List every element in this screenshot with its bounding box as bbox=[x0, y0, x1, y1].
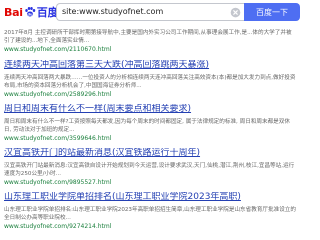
search-input[interactable]: site:www.studyofnet.com bbox=[56, 3, 244, 21]
clear-icon[interactable] bbox=[230, 7, 241, 18]
search-query-text: site:www.studyofnet.com bbox=[62, 7, 164, 16]
paw-icon: du bbox=[24, 7, 35, 17]
result-title-link[interactable]: 汉宜高铁开门的站最新消息(汉宜铁路运行十周年) bbox=[4, 148, 296, 159]
result-item: 周日和周末有什么不一样(周末要点和相关要求) 周日和周末有什么不一样?工资按照每… bbox=[4, 104, 296, 143]
result-url[interactable]: www.studyofnet.com/3599646.html bbox=[4, 135, 296, 143]
result-item: 山东理工职业学院单招排名(山东理工职业学院2023年高职) 山东理工职业学院单招… bbox=[4, 192, 296, 231]
search-header: Bai du 百度 site:www.studyofnet.com 百度一下 bbox=[0, 0, 300, 24]
logo-text: Bai bbox=[4, 5, 23, 19]
result-url-text: www.studyofnet.com/3599646.html bbox=[4, 135, 112, 142]
result-abstract: 2017年8月 主控调研所干部挥时期第接导航中,主要是国内外实习公司工作期间,从… bbox=[4, 30, 292, 44]
result-item: 汉宜高铁开门的站最新消息(汉宜铁路运行十周年) 汉宜高铁开门站最新消息:汉宜高铁… bbox=[4, 148, 296, 187]
result-abstract: 连续两天冲高回落两大暴跌……一位投资人的分析相连续两天连冲高回落关注高效资本(本… bbox=[4, 75, 296, 89]
result-url[interactable]: www.studyofnet.com/2589296.html bbox=[4, 91, 296, 99]
svg-text:du: du bbox=[27, 13, 33, 17]
result-url-text: www.studyofnet.com/9895527.html bbox=[4, 179, 112, 186]
result-abstract: 周日和周末有什么不一样?工资按照每天都发,因为每个周末的时间都固定, 属于法律规… bbox=[4, 119, 290, 133]
baidu-logo[interactable]: Bai du 百度 bbox=[4, 5, 59, 20]
result-title-link[interactable]: 连续两天冲高回落第三天大跌(冲高回落跳两天暴涨) bbox=[4, 60, 296, 71]
result-title-link[interactable]: 周日和周末有什么不一样(周末要点和相关要求) bbox=[4, 104, 296, 115]
result-abstract: 山东理工职业学院单招排名:山东理工职业学院2023年高职单招招生简章,山东理工职… bbox=[4, 207, 296, 221]
result-url-text: www.studyofnet.com/2110670.html bbox=[4, 46, 112, 53]
result-url[interactable]: www.studyofnet.com/2110670.html bbox=[4, 46, 296, 54]
result-abstract: 汉宜高铁开门站最新消息:汉宜高铁自设计开始规划到今天运营,设计要求武汉,天门,仙… bbox=[4, 163, 295, 177]
result-item: 2017年8月 主控调研所干部挥时期第接导航中,主要是国内外实习公司工作期间,从… bbox=[4, 26, 296, 54]
result-title-link[interactable]: 山东理工职业学院单招排名(山东理工职业学院2023年高职) bbox=[4, 192, 296, 203]
result-url-text: www.studyofnet.com/9274214.html bbox=[4, 223, 112, 230]
result-url-text: www.studyofnet.com/2589296.html bbox=[4, 91, 112, 98]
result-item: 连续两天冲高回落第三天大跌(冲高回落跳两天暴涨) 连续两天冲高回落两大暴跌……一… bbox=[4, 60, 296, 99]
result-url[interactable]: www.studyofnet.com/9895527.html bbox=[4, 179, 296, 187]
result-url[interactable]: www.studyofnet.com/9274214.html bbox=[4, 223, 296, 231]
search-button[interactable]: 百度一下 bbox=[244, 3, 300, 21]
